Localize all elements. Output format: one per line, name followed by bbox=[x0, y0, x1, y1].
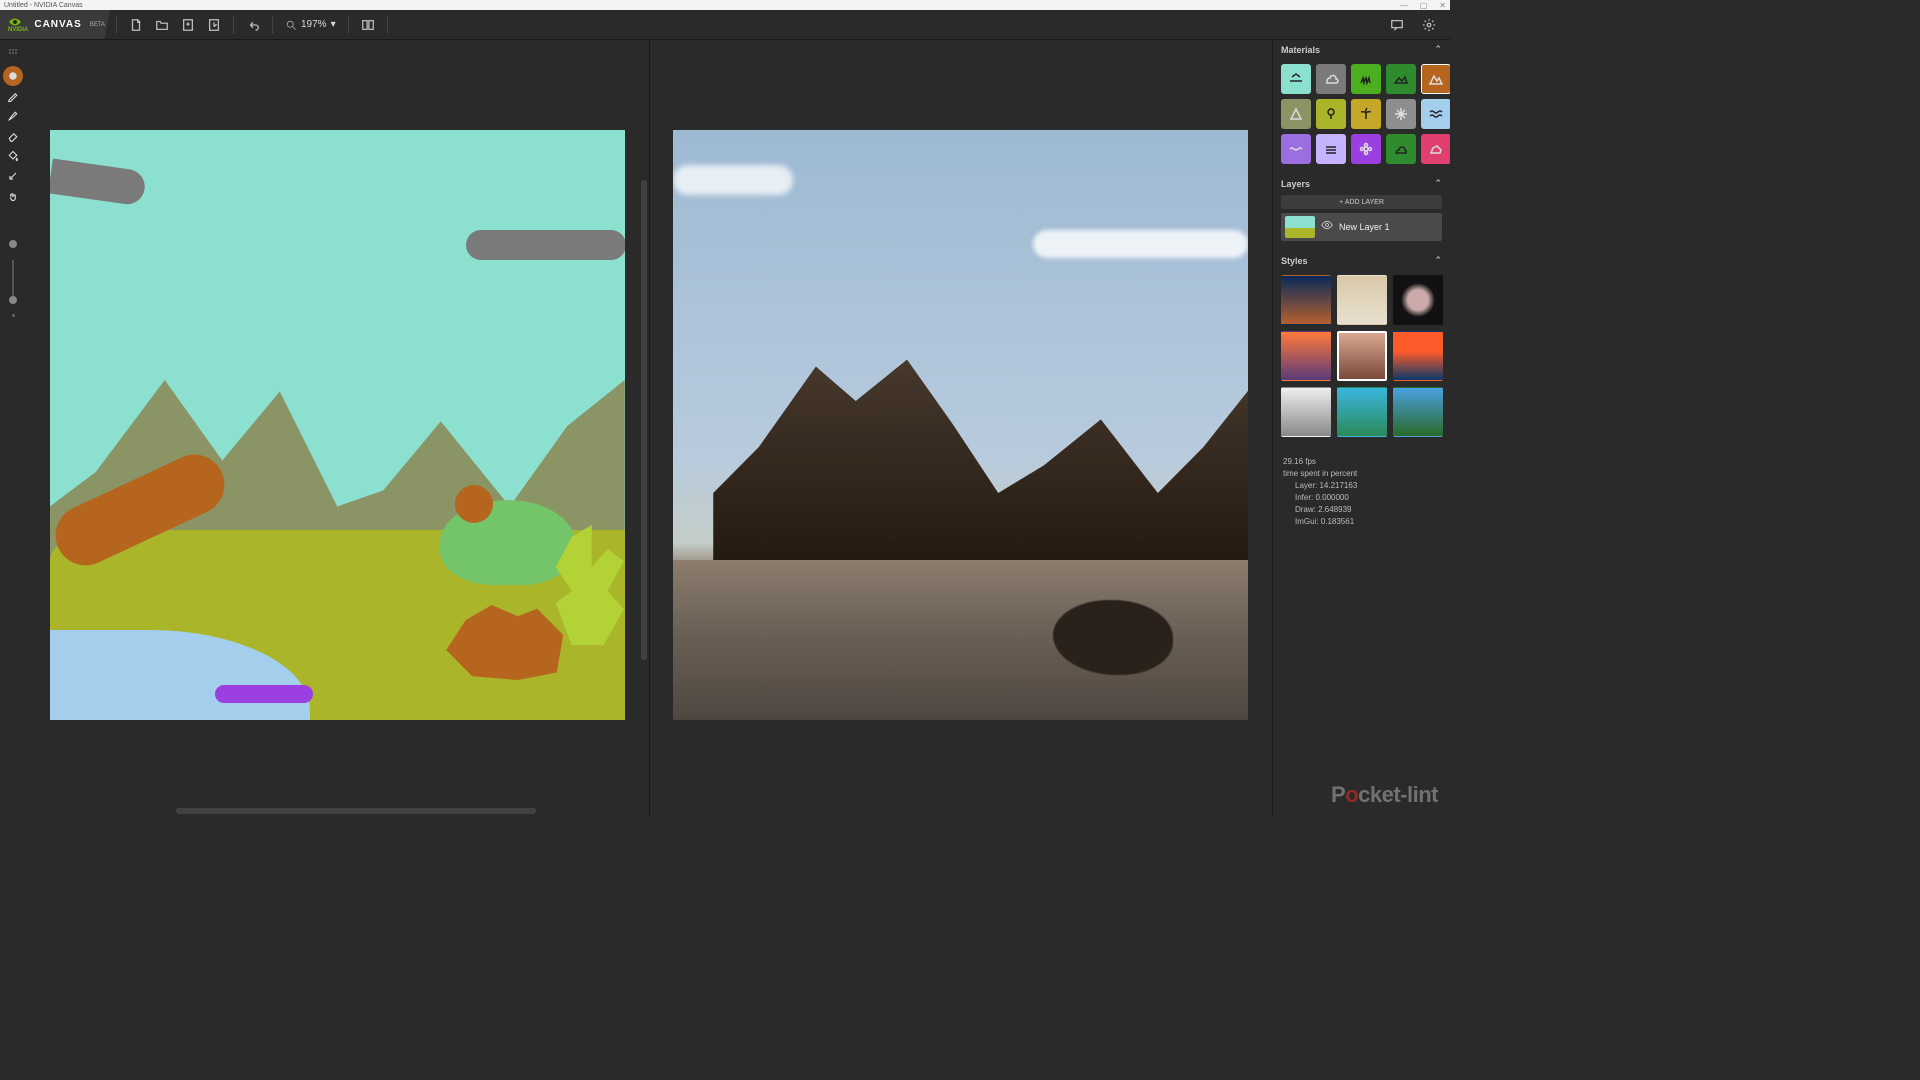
tool-brush[interactable] bbox=[3, 106, 23, 126]
materials-grid bbox=[1273, 59, 1450, 174]
minimize-button[interactable]: — bbox=[1400, 1, 1408, 10]
chevron-up-icon: ⌃ bbox=[1434, 255, 1442, 266]
stat-row: Draw: 2.648939 bbox=[1283, 504, 1440, 516]
layers-title: Layers bbox=[1281, 179, 1310, 189]
zoom-value: 197% bbox=[301, 19, 327, 30]
window-controls: — ▢ ✕ bbox=[1400, 1, 1446, 10]
visibility-icon[interactable] bbox=[1321, 218, 1333, 236]
materials-title: Materials bbox=[1281, 45, 1320, 55]
render-pane bbox=[650, 40, 1273, 816]
gear-icon bbox=[1422, 18, 1436, 32]
tool-pan[interactable] bbox=[3, 186, 23, 206]
app-name: CANVAS bbox=[34, 19, 81, 30]
material-snow[interactable] bbox=[1386, 99, 1416, 129]
material-sea[interactable] bbox=[1281, 134, 1311, 164]
tool-fill[interactable] bbox=[3, 146, 23, 166]
layers-header[interactable]: Layers ⌃ bbox=[1273, 174, 1450, 193]
beta-label: BETA bbox=[90, 22, 105, 28]
material-bush[interactable] bbox=[1386, 134, 1416, 164]
material-palm[interactable] bbox=[1351, 99, 1381, 129]
right-panel: Materials ⌃ Layers ⌃ + ADD LAYER New Lay… bbox=[1272, 40, 1450, 816]
top-toolbar: NVIDIA CANVAS BETA 197% ▾ bbox=[0, 10, 1450, 40]
material-water[interactable] bbox=[1421, 99, 1450, 129]
sketch-pane bbox=[26, 40, 650, 816]
styles-header[interactable]: Styles ⌃ bbox=[1273, 251, 1450, 270]
style-cave[interactable] bbox=[1393, 275, 1443, 325]
maximize-button[interactable]: ▢ bbox=[1420, 1, 1428, 10]
materials-header[interactable]: Materials ⌃ bbox=[1273, 40, 1450, 59]
open-file-button[interactable] bbox=[149, 12, 175, 38]
window-titlebar: Untitled - NVIDIA Canvas — ▢ ✕ bbox=[0, 0, 1450, 10]
style-tropical[interactable] bbox=[1337, 387, 1387, 437]
brush-min-indicator bbox=[12, 314, 15, 317]
material-tree[interactable] bbox=[1316, 99, 1346, 129]
workspace bbox=[26, 40, 1272, 816]
style-ocean-dusk[interactable] bbox=[1393, 331, 1443, 381]
chevron-down-icon: ▾ bbox=[331, 19, 336, 30]
grip-icon bbox=[8, 48, 18, 58]
chevron-up-icon: ⌃ bbox=[1434, 178, 1442, 189]
zoom-control[interactable]: 197% ▾ bbox=[279, 19, 342, 31]
add-layer-button[interactable]: + ADD LAYER bbox=[1281, 195, 1442, 209]
style-peak[interactable] bbox=[1337, 331, 1387, 381]
tool-strip bbox=[0, 40, 26, 317]
settings-button[interactable] bbox=[1416, 12, 1442, 38]
feedback-button[interactable] bbox=[1384, 12, 1410, 38]
undo-button[interactable] bbox=[240, 12, 266, 38]
layer-name: New Layer 1 bbox=[1339, 222, 1390, 232]
layer-row[interactable]: New Layer 1 bbox=[1281, 213, 1442, 241]
magnifier-icon bbox=[285, 19, 297, 31]
stats-block: 29.16 fps time spent in percent Layer: 1… bbox=[1273, 442, 1450, 542]
brush-preview bbox=[9, 240, 17, 248]
app-logo-tab: NVIDIA CANVAS BETA bbox=[0, 10, 110, 39]
stat-row: Layer: 14.217163 bbox=[1283, 480, 1440, 492]
style-clouds[interactable] bbox=[1337, 275, 1387, 325]
sketch-canvas[interactable] bbox=[50, 130, 625, 720]
material-fog[interactable] bbox=[1316, 134, 1346, 164]
export-button[interactable] bbox=[201, 12, 227, 38]
tool-material-brush[interactable] bbox=[3, 66, 23, 86]
render-canvas bbox=[673, 130, 1248, 720]
style-night-desert[interactable] bbox=[1281, 275, 1331, 325]
close-button[interactable]: ✕ bbox=[1439, 1, 1446, 10]
material-flower[interactable] bbox=[1351, 134, 1381, 164]
material-cloud[interactable] bbox=[1316, 64, 1346, 94]
tool-eyedropper[interactable] bbox=[3, 166, 23, 186]
stat-row: ImGui: 0.183561 bbox=[1283, 516, 1440, 528]
material-mountain[interactable] bbox=[1421, 64, 1450, 94]
nvidia-eye-icon bbox=[8, 17, 22, 27]
style-bw-mtn[interactable] bbox=[1281, 387, 1331, 437]
tool-pencil[interactable] bbox=[3, 86, 23, 106]
style-sunset[interactable] bbox=[1281, 331, 1331, 381]
chevron-up-icon: ⌃ bbox=[1434, 44, 1442, 55]
material-sky[interactable] bbox=[1281, 64, 1311, 94]
split-view-button[interactable] bbox=[355, 12, 381, 38]
sketch-scroll-v[interactable] bbox=[641, 180, 647, 660]
layer-thumbnail bbox=[1285, 216, 1315, 238]
stat-row: Infer: 0.000000 bbox=[1283, 492, 1440, 504]
fps-readout: 29.16 fps bbox=[1283, 456, 1440, 468]
brand-small: NVIDIA bbox=[8, 27, 28, 33]
material-hill[interactable] bbox=[1386, 64, 1416, 94]
material-rock[interactable] bbox=[1421, 134, 1450, 164]
save-file-button[interactable] bbox=[175, 12, 201, 38]
material-sand[interactable] bbox=[1281, 99, 1311, 129]
styles-grid bbox=[1273, 270, 1450, 442]
brush-size-slider[interactable] bbox=[12, 260, 14, 300]
sketch-scroll-h[interactable] bbox=[176, 808, 536, 814]
tool-eraser[interactable] bbox=[3, 126, 23, 146]
new-file-button[interactable] bbox=[123, 12, 149, 38]
stats-header: time spent in percent bbox=[1283, 468, 1440, 480]
styles-title: Styles bbox=[1281, 256, 1308, 266]
window-title: Untitled - NVIDIA Canvas bbox=[4, 2, 83, 9]
style-alpine[interactable] bbox=[1393, 387, 1443, 437]
material-grass[interactable] bbox=[1351, 64, 1381, 94]
